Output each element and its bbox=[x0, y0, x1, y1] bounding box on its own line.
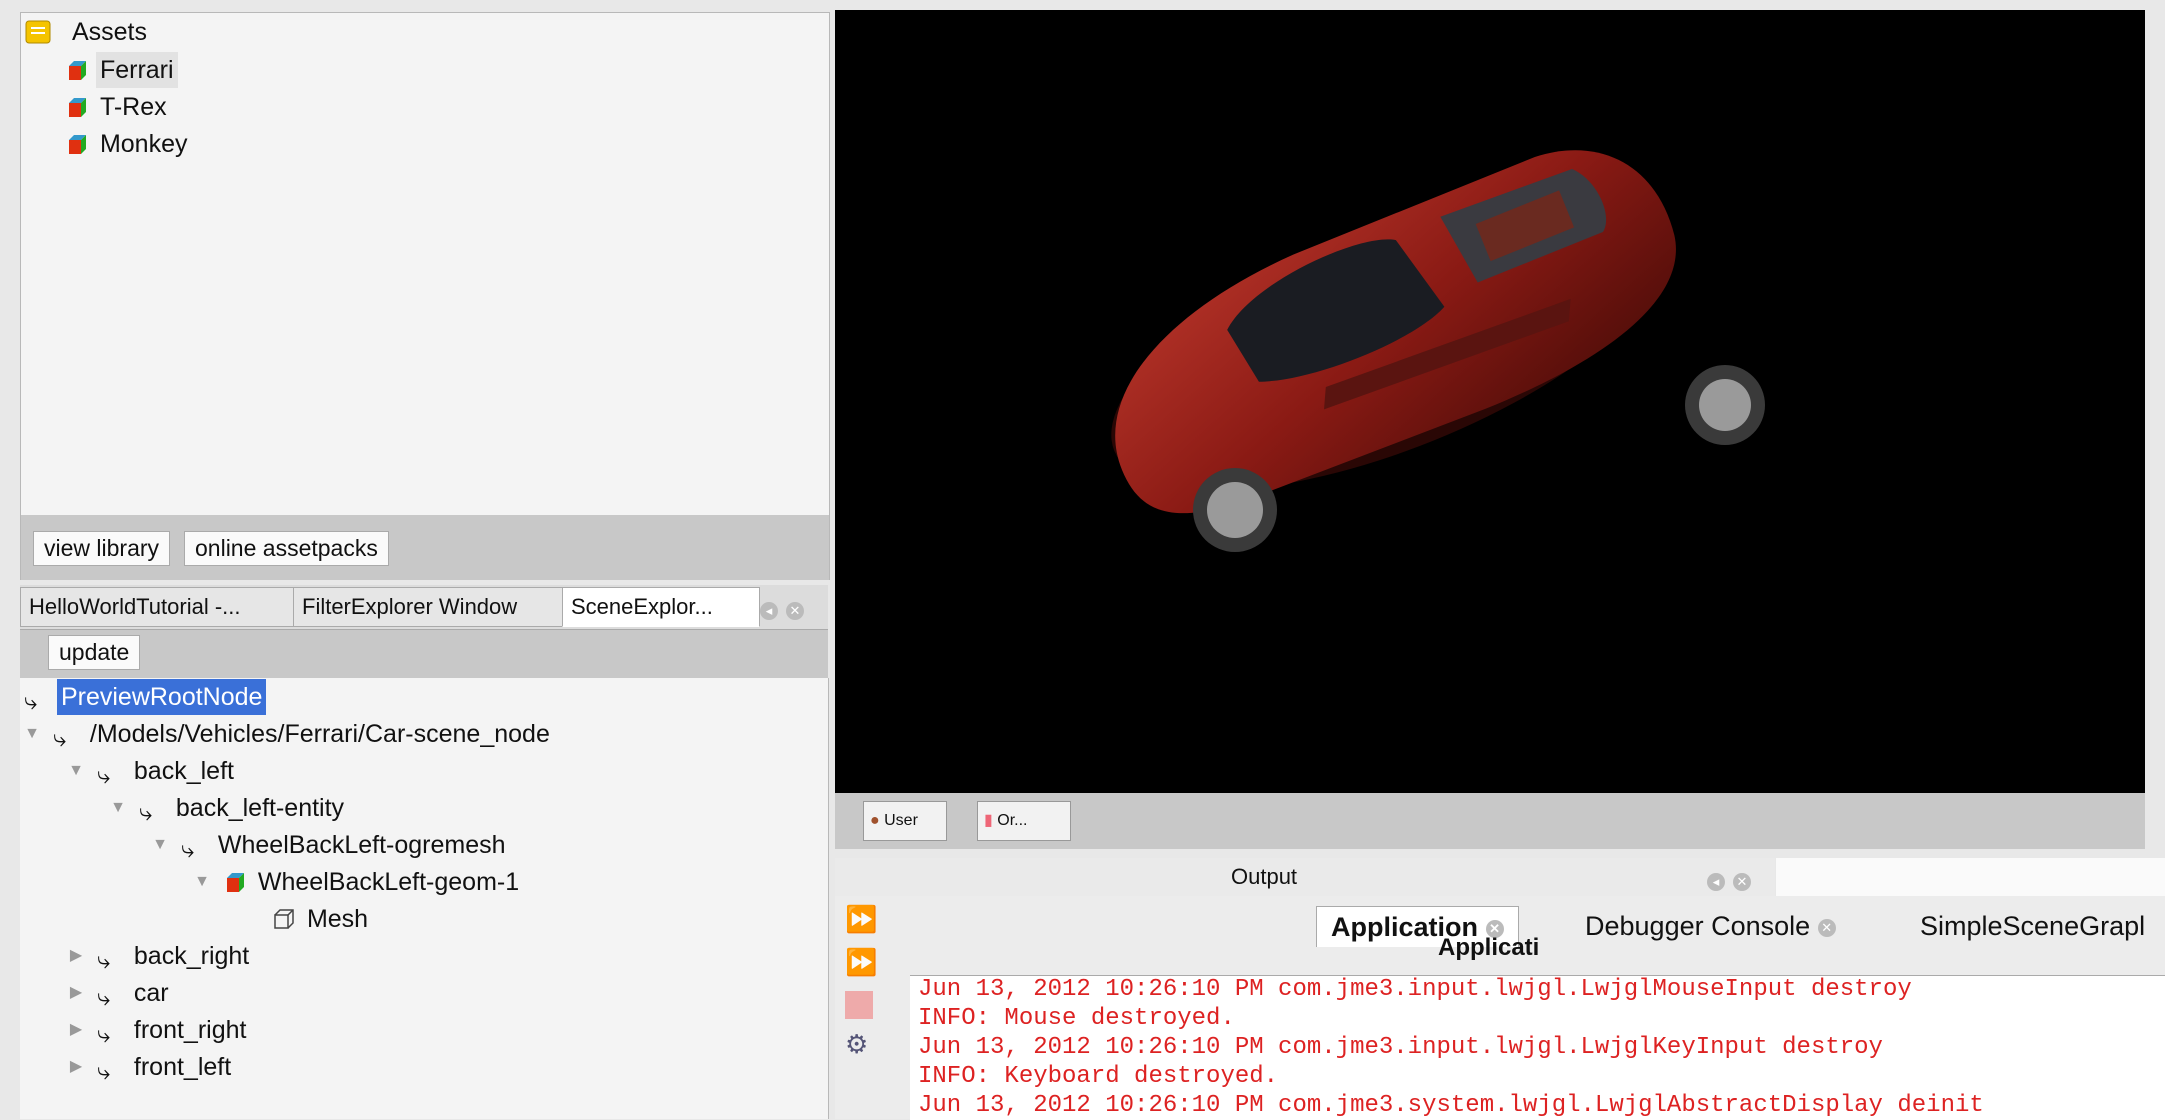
asset-item-label: Ferrari bbox=[95, 52, 178, 89]
tree-node-label: Mesh bbox=[306, 905, 369, 934]
node-icon: ⤷ bbox=[96, 984, 111, 1012]
tree-node-label: WheelBackLeft-ogremesh bbox=[217, 831, 506, 860]
tree-node-label: back_right bbox=[133, 942, 250, 971]
tab-debugger-console[interactable]: Debugger Console ✕ bbox=[1575, 906, 1846, 946]
log-line: INFO: Keyboard destroyed. bbox=[918, 1063, 1279, 1090]
settings-icon[interactable]: ⚙ bbox=[845, 1030, 873, 1058]
left-tab-bar: HelloWorldTutorial -... FilterExplorer W… bbox=[20, 585, 828, 630]
collapsed-triangle-icon[interactable]: ▶ bbox=[68, 975, 84, 1011]
minimize-icon[interactable]: ◂ bbox=[1707, 867, 1725, 896]
log-line: Jun 13, 2012 10:26:10 PM com.jme3.input.… bbox=[918, 976, 1912, 1003]
scene-viewport[interactable] bbox=[835, 10, 2145, 793]
tree-node-label: /Models/Vehicles/Ferrari/Car-scene_node bbox=[89, 720, 550, 749]
tree-node-label: PreviewRootNode bbox=[56, 679, 267, 716]
node-icon: ⤷ bbox=[138, 799, 153, 827]
folder-icon bbox=[25, 20, 51, 44]
tab-drag-ghost: Applicati bbox=[1438, 934, 1540, 961]
tree-node-back-left-entity[interactable]: ▼ ⤷ back_left-entity bbox=[110, 789, 348, 827]
tree-node-geom[interactable]: ▼ WheelBackLeft-geom-1 bbox=[194, 863, 523, 899]
update-button[interactable]: update bbox=[48, 635, 141, 670]
node-icon: ⤷ bbox=[24, 688, 38, 716]
tab-debugger-label: Debugger Console bbox=[1585, 911, 1811, 941]
tab-other-label: Or... bbox=[997, 812, 1028, 829]
geometry-cube-icon bbox=[226, 873, 244, 893]
mesh-icon bbox=[274, 909, 294, 930]
expanded-triangle-icon[interactable]: ▼ bbox=[152, 827, 168, 863]
tree-node-label: back_left-entity bbox=[175, 794, 345, 823]
expanded-triangle-icon[interactable]: ▼ bbox=[110, 790, 126, 826]
ferrari-model bbox=[1111, 150, 1765, 552]
assets-button-bar: view library online assetpacks bbox=[20, 515, 830, 580]
log-line: Jun 13, 2012 10:26:10 PM com.jme3.input.… bbox=[918, 1034, 1883, 1061]
tree-node-front-right[interactable]: ▶ ⤷ front_right bbox=[68, 1011, 250, 1049]
tab-other[interactable]: ▮ Or... bbox=[977, 801, 1071, 841]
model-cube-icon bbox=[69, 135, 86, 155]
model-cube-icon bbox=[69, 98, 86, 118]
log-line: Jun 13, 2012 10:26:10 PM com.jme3.system… bbox=[918, 1092, 1984, 1119]
tree-node-ogremesh[interactable]: ▼ ⤷ WheelBackLeft-ogremesh bbox=[152, 826, 510, 864]
collapsed-triangle-icon[interactable]: ▶ bbox=[68, 1012, 84, 1048]
tab-user[interactable]: ● User bbox=[863, 801, 947, 841]
model-cube-icon bbox=[69, 61, 86, 81]
viewport-toolbar: ● User ▮ Or... bbox=[835, 793, 2145, 849]
online-assetpacks-button[interactable]: online assetpacks bbox=[184, 531, 389, 566]
expanded-triangle-icon[interactable]: ▼ bbox=[194, 864, 210, 900]
rerun-with-params-icon[interactable]: ⏩ bbox=[845, 948, 877, 976]
assets-panel: Assets Ferrari T-Rex Monkey bbox=[20, 12, 830, 517]
expanded-triangle-icon[interactable]: ▼ bbox=[68, 753, 84, 789]
asset-item-trex[interactable]: T-Rex bbox=[65, 88, 171, 124]
tree-node-label: WheelBackLeft-geom-1 bbox=[257, 868, 520, 897]
tree-node-back-left[interactable]: ▼ ⤷ back_left bbox=[68, 752, 238, 790]
rerun-icon[interactable]: ⏩ bbox=[845, 905, 877, 933]
close-icon[interactable]: ✕ bbox=[786, 596, 804, 625]
log-line: INFO: Mouse destroyed. bbox=[918, 1005, 1235, 1032]
close-icon[interactable]: ✕ bbox=[1733, 867, 1751, 896]
tab-user-label: User bbox=[884, 812, 918, 829]
tree-node-mesh[interactable]: Mesh bbox=[272, 900, 372, 936]
scene-explorer-toolbar: update bbox=[20, 630, 828, 678]
asset-item-label: T-Rex bbox=[99, 93, 167, 122]
tree-node-label: front_left bbox=[133, 1053, 232, 1082]
assets-root[interactable]: Assets bbox=[25, 13, 151, 49]
tree-node-previewroot[interactable]: ⤷ PreviewRootNode bbox=[24, 678, 267, 716]
tree-node-car[interactable]: ▶ ⤷ car bbox=[68, 974, 173, 1012]
view-library-button[interactable]: view library bbox=[33, 531, 171, 566]
tree-node-back-right[interactable]: ▶ ⤷ back_right bbox=[68, 937, 253, 975]
tab-simplescenegraph-label: SimpleSceneGrapl bbox=[1920, 911, 2146, 941]
tab-filterexplorer[interactable]: FilterExplorer Window bbox=[293, 587, 573, 627]
stop-icon[interactable] bbox=[845, 991, 873, 1019]
monkey-icon: ● bbox=[870, 812, 880, 829]
tab-sceneexplorer[interactable]: SceneExplor... bbox=[562, 587, 760, 627]
node-icon: ⤷ bbox=[52, 725, 67, 753]
chart-icon: ▮ bbox=[984, 812, 993, 829]
tree-node-label: car bbox=[133, 979, 169, 1008]
close-icon[interactable]: ✕ bbox=[1817, 918, 1836, 937]
asset-item-monkey[interactable]: Monkey bbox=[65, 125, 192, 161]
tree-node-car-scene[interactable]: ▼ ⤷ /Models/Vehicles/Ferrari/Car-scene_n… bbox=[24, 715, 554, 753]
minimize-icon[interactable]: ◂ bbox=[760, 596, 778, 625]
tab-helloworld[interactable]: HelloWorldTutorial -... bbox=[20, 587, 304, 627]
node-icon: ⤷ bbox=[96, 762, 111, 790]
tree-node-label: back_left bbox=[133, 757, 234, 786]
node-icon: ⤷ bbox=[96, 1021, 111, 1049]
scene-tree: ⤷ PreviewRootNode ▼ ⤷ /Models/Vehicles/F… bbox=[20, 678, 829, 1119]
output-header: Output ◂ ✕ bbox=[835, 858, 1775, 896]
collapsed-triangle-icon[interactable]: ▶ bbox=[68, 1049, 84, 1085]
node-icon: ⤷ bbox=[180, 836, 195, 864]
asset-item-label: Monkey bbox=[99, 130, 188, 159]
output-header-empty bbox=[1776, 858, 2165, 897]
asset-item-ferrari[interactable]: Ferrari bbox=[65, 51, 178, 89]
tree-node-front-left[interactable]: ▶ ⤷ front_left bbox=[68, 1048, 235, 1086]
node-icon: ⤷ bbox=[96, 1058, 111, 1086]
tree-node-label: front_right bbox=[133, 1016, 247, 1045]
output-title: Output bbox=[1231, 864, 1298, 889]
assets-root-label: Assets bbox=[71, 18, 147, 47]
tab-simplescenegraph[interactable]: SimpleSceneGrapl bbox=[1910, 906, 2165, 946]
collapsed-triangle-icon[interactable]: ▶ bbox=[68, 938, 84, 974]
expanded-triangle-icon[interactable]: ▼ bbox=[24, 716, 40, 752]
node-icon: ⤷ bbox=[96, 947, 111, 975]
